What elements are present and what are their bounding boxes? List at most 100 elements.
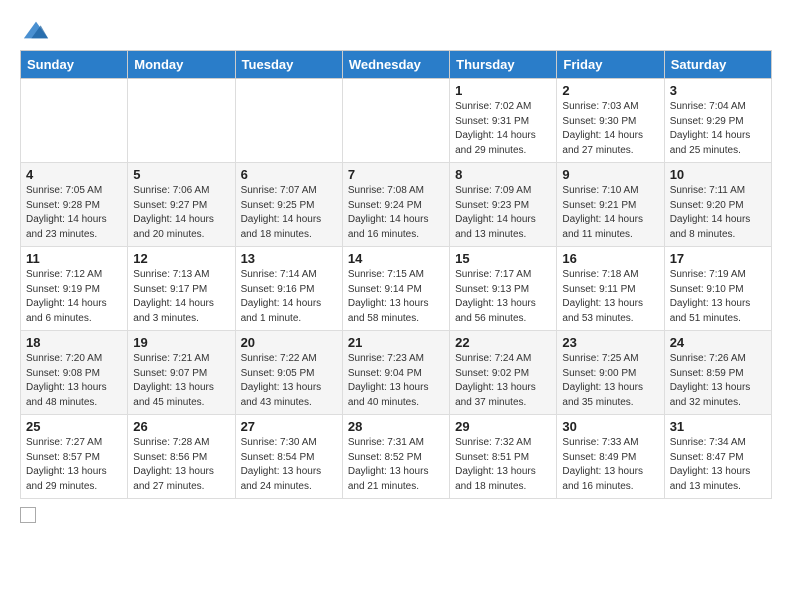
day-info: Sunrise: 7:04 AMSunset: 9:29 PMDaylight:…: [670, 100, 766, 158]
calendar-cell: 14 Sunrise: 7:15 AMSunset: 9:14 PMDayligh…: [342, 247, 449, 331]
weekday-header-friday: Friday: [557, 51, 664, 79]
day-info: Sunrise: 7:22 AMSunset: 9:05 PMDaylight:…: [241, 352, 337, 410]
calendar-cell: 30 Sunrise: 7:33 AMSunset: 8:49 PMDayligh…: [557, 415, 664, 499]
day-number: 12: [133, 251, 229, 266]
calendar-cell: 25Sunrise: 7:27 AMSunset: 8:57 PMDayligh…: [21, 415, 128, 499]
weekday-header-sunday: Sunday: [21, 51, 128, 79]
calendar-cell: 2 Sunrise: 7:03 AMSunset: 9:30 PMDaylight…: [557, 79, 664, 163]
calendar-week-row: 4 Sunrise: 7:05 AMSunset: 9:28 PMDaylight…: [21, 163, 772, 247]
day-info: Sunrise: 7:31 AMSunset: 8:52 PMDaylight:…: [348, 436, 444, 494]
calendar-cell: 31Sunrise: 7:34 AMSunset: 8:47 PMDayligh…: [664, 415, 771, 499]
day-info: Sunrise: 7:25 AMSunset: 9:00 PMDaylight:…: [562, 352, 658, 410]
calendar-cell: [342, 79, 449, 163]
day-number: 6: [241, 167, 337, 182]
day-number: 28: [348, 419, 444, 434]
day-info: Sunrise: 7:08 AMSunset: 9:24 PMDaylight:…: [348, 184, 444, 242]
day-number: 11: [26, 251, 122, 266]
day-info: Sunrise: 7:17 AMSunset: 9:13 PMDaylight:…: [455, 268, 551, 326]
weekday-header-saturday: Saturday: [664, 51, 771, 79]
day-number: 2: [562, 83, 658, 98]
day-info: Sunrise: 7:02 AMSunset: 9:31 PMDaylight:…: [455, 100, 551, 158]
day-info: Sunrise: 7:19 AMSunset: 9:10 PMDaylight:…: [670, 268, 766, 326]
calendar-week-row: 25Sunrise: 7:27 AMSunset: 8:57 PMDayligh…: [21, 415, 772, 499]
calendar-week-row: 18 Sunrise: 7:20 AMSunset: 9:08 PMDayligh…: [21, 331, 772, 415]
day-info: Sunrise: 7:13 AMSunset: 9:17 PMDaylight:…: [133, 268, 229, 326]
calendar-cell: 23 Sunrise: 7:25 AMSunset: 9:00 PMDayligh…: [557, 331, 664, 415]
day-number: 10: [670, 167, 766, 182]
day-number: 16: [562, 251, 658, 266]
day-info: Sunrise: 7:05 AMSunset: 9:28 PMDaylight:…: [26, 184, 122, 242]
day-number: 4: [26, 167, 122, 182]
calendar-cell: 12 Sunrise: 7:13 AMSunset: 9:17 PMDayligh…: [128, 247, 235, 331]
day-info: Sunrise: 7:03 AMSunset: 9:30 PMDaylight:…: [562, 100, 658, 158]
weekday-header-thursday: Thursday: [450, 51, 557, 79]
day-number: 27: [241, 419, 337, 434]
calendar-cell: 28 Sunrise: 7:31 AMSunset: 8:52 PMDayligh…: [342, 415, 449, 499]
day-info: Sunrise: 7:30 AMSunset: 8:54 PMDaylight:…: [241, 436, 337, 494]
day-number: 13: [241, 251, 337, 266]
logo-icon: [22, 16, 50, 44]
calendar-cell: 19Sunrise: 7:21 AMSunset: 9:07 PMDayligh…: [128, 331, 235, 415]
footer-note: [20, 507, 772, 523]
day-number: 31: [670, 419, 766, 434]
day-info: Sunrise: 7:06 AMSunset: 9:27 PMDaylight:…: [133, 184, 229, 242]
calendar-cell: 6 Sunrise: 7:07 AMSunset: 9:25 PMDaylight…: [235, 163, 342, 247]
day-info: Sunrise: 7:20 AMSunset: 9:08 PMDaylight:…: [26, 352, 122, 410]
day-number: 14: [348, 251, 444, 266]
day-info: Sunrise: 7:15 AMSunset: 9:14 PMDaylight:…: [348, 268, 444, 326]
calendar-cell: [21, 79, 128, 163]
day-number: 30: [562, 419, 658, 434]
calendar-cell: 7 Sunrise: 7:08 AMSunset: 9:24 PMDaylight…: [342, 163, 449, 247]
day-number: 18: [26, 335, 122, 350]
day-info: Sunrise: 7:32 AMSunset: 8:51 PMDaylight:…: [455, 436, 551, 494]
weekday-header-tuesday: Tuesday: [235, 51, 342, 79]
calendar-cell: 24Sunrise: 7:26 AMSunset: 8:59 PMDayligh…: [664, 331, 771, 415]
day-info: Sunrise: 7:33 AMSunset: 8:49 PMDaylight:…: [562, 436, 658, 494]
day-info: Sunrise: 7:14 AMSunset: 9:16 PMDaylight:…: [241, 268, 337, 326]
day-info: Sunrise: 7:23 AMSunset: 9:04 PMDaylight:…: [348, 352, 444, 410]
day-number: 7: [348, 167, 444, 182]
day-info: Sunrise: 7:09 AMSunset: 9:23 PMDaylight:…: [455, 184, 551, 242]
calendar-table: SundayMondayTuesdayWednesdayThursdayFrid…: [20, 50, 772, 499]
calendar-cell: 8 Sunrise: 7:09 AMSunset: 9:23 PMDaylight…: [450, 163, 557, 247]
weekday-header-row: SundayMondayTuesdayWednesdayThursdayFrid…: [21, 51, 772, 79]
calendar-cell: 11Sunrise: 7:12 AMSunset: 9:19 PMDayligh…: [21, 247, 128, 331]
calendar-cell: 3 Sunrise: 7:04 AMSunset: 9:29 PMDaylight…: [664, 79, 771, 163]
calendar-cell: 18 Sunrise: 7:20 AMSunset: 9:08 PMDayligh…: [21, 331, 128, 415]
day-number: 20: [241, 335, 337, 350]
calendar-cell: 17 Sunrise: 7:19 AMSunset: 9:10 PMDayligh…: [664, 247, 771, 331]
day-info: Sunrise: 7:10 AMSunset: 9:21 PMDaylight:…: [562, 184, 658, 242]
day-number: 22: [455, 335, 551, 350]
calendar-cell: [235, 79, 342, 163]
day-info: Sunrise: 7:07 AMSunset: 9:25 PMDaylight:…: [241, 184, 337, 242]
calendar-cell: 26Sunrise: 7:28 AMSunset: 8:56 PMDayligh…: [128, 415, 235, 499]
calendar-cell: 15 Sunrise: 7:17 AMSunset: 9:13 PMDayligh…: [450, 247, 557, 331]
calendar-cell: 9 Sunrise: 7:10 AMSunset: 9:21 PMDaylight…: [557, 163, 664, 247]
calendar-week-row: 11Sunrise: 7:12 AMSunset: 9:19 PMDayligh…: [21, 247, 772, 331]
logo-text-block: [20, 16, 50, 40]
day-number: 5: [133, 167, 229, 182]
day-info: Sunrise: 7:24 AMSunset: 9:02 PMDaylight:…: [455, 352, 551, 410]
day-number: 17: [670, 251, 766, 266]
day-number: 21: [348, 335, 444, 350]
day-number: 23: [562, 335, 658, 350]
calendar-cell: 21 Sunrise: 7:23 AMSunset: 9:04 PMDayligh…: [342, 331, 449, 415]
logo: [20, 16, 50, 40]
day-info: Sunrise: 7:11 AMSunset: 9:20 PMDaylight:…: [670, 184, 766, 242]
weekday-header-wednesday: Wednesday: [342, 51, 449, 79]
calendar-cell: 4 Sunrise: 7:05 AMSunset: 9:28 PMDaylight…: [21, 163, 128, 247]
day-number: 15: [455, 251, 551, 266]
day-number: 8: [455, 167, 551, 182]
day-number: 29: [455, 419, 551, 434]
calendar-cell: 16 Sunrise: 7:18 AMSunset: 9:11 PMDayligh…: [557, 247, 664, 331]
day-number: 1: [455, 83, 551, 98]
calendar-cell: [128, 79, 235, 163]
page: SundayMondayTuesdayWednesdayThursdayFrid…: [0, 0, 792, 535]
day-number: 26: [133, 419, 229, 434]
day-info: Sunrise: 7:18 AMSunset: 9:11 PMDaylight:…: [562, 268, 658, 326]
day-number: 3: [670, 83, 766, 98]
day-number: 19: [133, 335, 229, 350]
weekday-header-monday: Monday: [128, 51, 235, 79]
day-number: 9: [562, 167, 658, 182]
calendar-cell: 1 Sunrise: 7:02 AMSunset: 9:31 PMDaylight…: [450, 79, 557, 163]
